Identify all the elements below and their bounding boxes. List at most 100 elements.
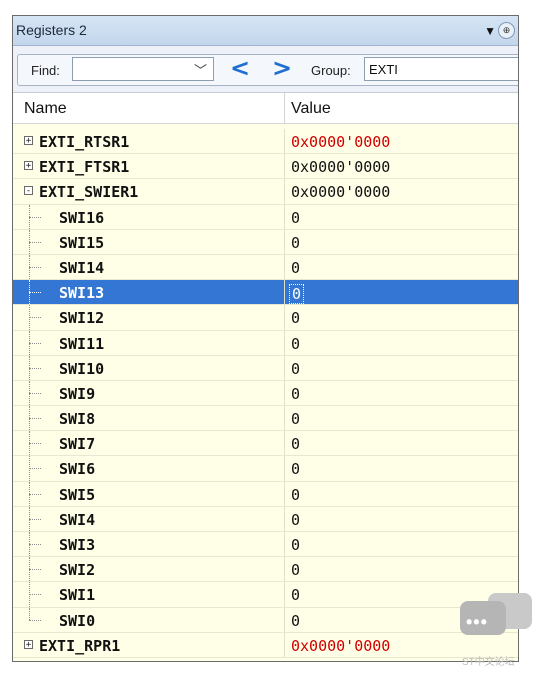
register-value[interactable]: 0 [291, 460, 300, 478]
register-value[interactable]: 0 [291, 335, 300, 353]
register-value[interactable]: 0 [291, 586, 300, 604]
register-name: EXTI_RTSR1 [39, 133, 130, 151]
title-bar: Registers 2 ▼ ⊕ [13, 16, 518, 46]
field-row[interactable]: SWI4 0 [13, 506, 518, 532]
register-value[interactable]: 0x0000'0000 [291, 183, 390, 201]
field-row[interactable]: SWI7 0 [13, 431, 518, 457]
register-row[interactable]: + EXTI_RPR1 0x0000'0000 [13, 632, 518, 658]
register-name: SWI13 [59, 284, 105, 303]
field-row[interactable]: SWI13 0 [13, 280, 518, 306]
register-value[interactable]: 0x0000'0000 [291, 637, 390, 655]
tree-branch [29, 468, 41, 470]
tree-branch [29, 392, 41, 394]
tree-branch [29, 493, 41, 495]
register-value[interactable]: 0x0000'0000 [291, 133, 390, 151]
register-value[interactable]: 0 [291, 612, 300, 630]
register-name: EXTI_SWIER1 [39, 183, 139, 202]
field-row[interactable]: SWI12 0 [13, 305, 518, 331]
register-value[interactable]: 0 [291, 410, 300, 428]
field-row[interactable]: SWI0 0 [13, 607, 518, 633]
tree-branch [29, 216, 41, 218]
field-row[interactable]: SWI9 0 [13, 380, 518, 407]
tree-branch [29, 518, 41, 520]
dropdown-arrow-icon[interactable]: ▼ [484, 24, 496, 38]
tree-branch [29, 241, 41, 243]
register-name: SWI3 [59, 536, 96, 554]
watermark-text: ST中文论坛 [462, 657, 515, 668]
register-value[interactable]: 0 [291, 511, 300, 529]
name-column-header[interactable]: Name [24, 100, 67, 118]
field-row[interactable]: SWI2 0 [13, 557, 518, 583]
field-row[interactable]: SWI6 0 [13, 456, 518, 482]
column-header: Name Value [13, 93, 518, 124]
register-value[interactable]: 0 [289, 284, 305, 305]
register-row[interactable]: - EXTI_SWIER1 0x0000'0000 [13, 179, 518, 205]
register-value[interactable]: 0 [291, 561, 300, 579]
tree-branch [29, 594, 41, 596]
tree-line [29, 607, 30, 620]
field-row[interactable]: SWI16 0 [13, 204, 518, 230]
tree-branch [29, 342, 41, 344]
column-divider[interactable] [284, 93, 285, 123]
register-name: SWI4 [59, 510, 96, 529]
registers-panel: Registers 2 ▼ ⊕ Find: ﹀ < > Group: EXTI … [12, 15, 519, 662]
register-value[interactable]: 0 [291, 360, 300, 378]
chevron-down-icon[interactable]: ﹀ [194, 60, 207, 79]
register-row[interactable]: + EXTI_RTSR1 0x0000'0000 [13, 129, 518, 155]
register-value[interactable]: 0 [291, 234, 300, 252]
window-title: Registers 2 [16, 22, 87, 38]
previous-arrow-icon[interactable]: < [230, 55, 250, 81]
toolbar-group: Find: ﹀ < > Group: EXTI [17, 54, 518, 86]
register-name: SWI5 [59, 485, 96, 504]
value-column-header[interactable]: Value [291, 100, 331, 118]
register-value[interactable]: 0 [291, 486, 300, 504]
register-value[interactable]: 0 [291, 209, 300, 227]
collapse-icon[interactable]: - [24, 186, 33, 196]
tree-branch [29, 619, 41, 621]
tree-branch [29, 317, 41, 319]
register-list: + EXTI_RTSR1 0x0000'0000 + EXTI_FTSR1 0x0000'… [13, 129, 518, 658]
expand-icon[interactable]: + [24, 136, 33, 146]
register-name: SWI12 [59, 309, 105, 328]
tree-branch [29, 418, 41, 420]
tree-branch [29, 292, 41, 294]
pin-icon[interactable]: ⊕ [498, 22, 515, 39]
register-name: SWI8 [59, 410, 96, 429]
tree-branch [29, 544, 41, 545]
register-value[interactable]: 0 [291, 536, 300, 554]
field-row[interactable]: SWI8 0 [13, 406, 518, 432]
field-row[interactable]: SWI14 0 [13, 254, 518, 281]
tree-branch [29, 443, 41, 445]
group-label: Group: [311, 63, 351, 78]
register-name: SWI14 [59, 258, 105, 277]
register-row[interactable]: + EXTI_FTSR1 0x0000'0000 [13, 154, 518, 180]
field-row[interactable]: SWI15 0 [13, 229, 518, 255]
next-arrow-icon[interactable]: > [272, 55, 292, 81]
register-value[interactable]: 0 [291, 309, 300, 327]
register-name: SWI0 [59, 611, 96, 630]
register-value[interactable]: 0 [291, 259, 300, 277]
expand-icon[interactable]: + [24, 161, 33, 171]
field-row[interactable]: SWI5 0 [13, 481, 518, 507]
register-value[interactable]: 0 [291, 435, 300, 453]
tree-branch [29, 266, 41, 268]
field-row[interactable]: SWI11 0 [13, 330, 518, 356]
register-name: EXTI_FTSR1 [39, 158, 130, 177]
find-label: Find: [31, 63, 60, 78]
register-name: SWI7 [59, 435, 96, 454]
register-name: SWI10 [59, 359, 105, 378]
expand-icon[interactable]: + [24, 639, 33, 649]
field-row[interactable]: SWI3 0 [13, 532, 518, 558]
register-name: SWI15 [59, 233, 105, 252]
tree-branch [29, 569, 41, 571]
register-value[interactable]: 0x0000'0000 [291, 158, 390, 176]
field-row[interactable]: SWI1 0 [13, 582, 518, 608]
watermark-logo: ••• ST中文论坛 [460, 593, 534, 668]
group-input[interactable]: EXTI [364, 57, 518, 81]
field-row[interactable]: SWI10 0 [13, 355, 518, 381]
register-name: SWI9 [59, 384, 96, 403]
tree-branch [29, 367, 41, 369]
register-name: SWI11 [59, 334, 105, 353]
register-value[interactable]: 0 [291, 385, 300, 403]
find-combobox[interactable]: ﹀ [72, 57, 214, 81]
